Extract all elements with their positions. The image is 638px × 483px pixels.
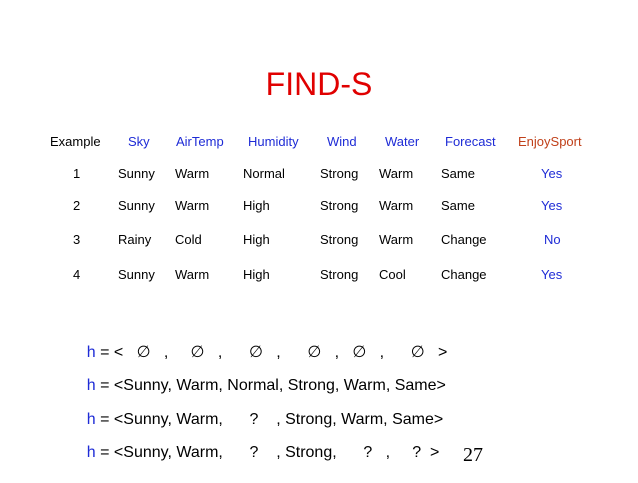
row4-humidity: High: [243, 267, 270, 282]
row3-humidity: High: [243, 232, 270, 247]
slide-title: FIND-S: [265, 66, 373, 102]
row1-forecast: Same: [441, 166, 475, 181]
hypothesis-line-4: h = <Sunny, Warm, ? , Strong, ? , ? >: [69, 423, 440, 483]
row4-water: Cool: [379, 267, 406, 282]
row2-sky: Sunny: [118, 198, 155, 213]
row4-forecast: Change: [441, 267, 487, 282]
header-airtemp: AirTemp: [176, 134, 224, 149]
row1-example: 1: [73, 166, 81, 181]
row1-humidity: Normal: [243, 166, 285, 181]
row3-sky: Rainy: [118, 232, 152, 247]
row3-wind: Strong: [320, 232, 359, 247]
row4-enjoysport: Yes: [541, 267, 563, 282]
header-water: Water: [385, 134, 420, 149]
header-wind: Wind: [327, 134, 357, 149]
hypothesis-var: h: [86, 444, 96, 461]
row4-example: 4: [73, 267, 81, 282]
row3-airtemp: Cold: [175, 232, 202, 247]
row1-sky: Sunny: [118, 166, 155, 181]
row4-wind: Strong: [320, 267, 359, 282]
row2-wind: Strong: [320, 198, 359, 213]
row3-example: 3: [73, 232, 81, 247]
header-humidity: Humidity: [248, 134, 299, 149]
row4-sky: Sunny: [118, 267, 155, 282]
row3-enjoysport: No: [544, 232, 561, 247]
row3-forecast: Change: [441, 232, 487, 247]
row1-wind: Strong: [320, 166, 359, 181]
row1-airtemp: Warm: [175, 166, 210, 181]
header-forecast: Forecast: [445, 134, 496, 149]
hypothesis-value: = <Sunny, Warm, ? , Strong, ? , ? >: [95, 444, 440, 461]
header-enjoysport: EnjoySport: [518, 134, 582, 149]
row2-airtemp: Warm: [175, 198, 210, 213]
row1-water: Warm: [379, 166, 414, 181]
row2-example: 2: [73, 198, 81, 213]
header-sky: Sky: [128, 134, 150, 149]
row2-forecast: Same: [441, 198, 475, 213]
page-number: 27: [463, 444, 483, 466]
row1-enjoysport: Yes: [541, 166, 563, 181]
header-example: Example: [50, 134, 101, 149]
row2-water: Warm: [379, 198, 414, 213]
row2-humidity: High: [243, 198, 270, 213]
row4-airtemp: Warm: [175, 267, 210, 282]
row2-enjoysport: Yes: [541, 198, 563, 213]
row3-water: Warm: [379, 232, 414, 247]
